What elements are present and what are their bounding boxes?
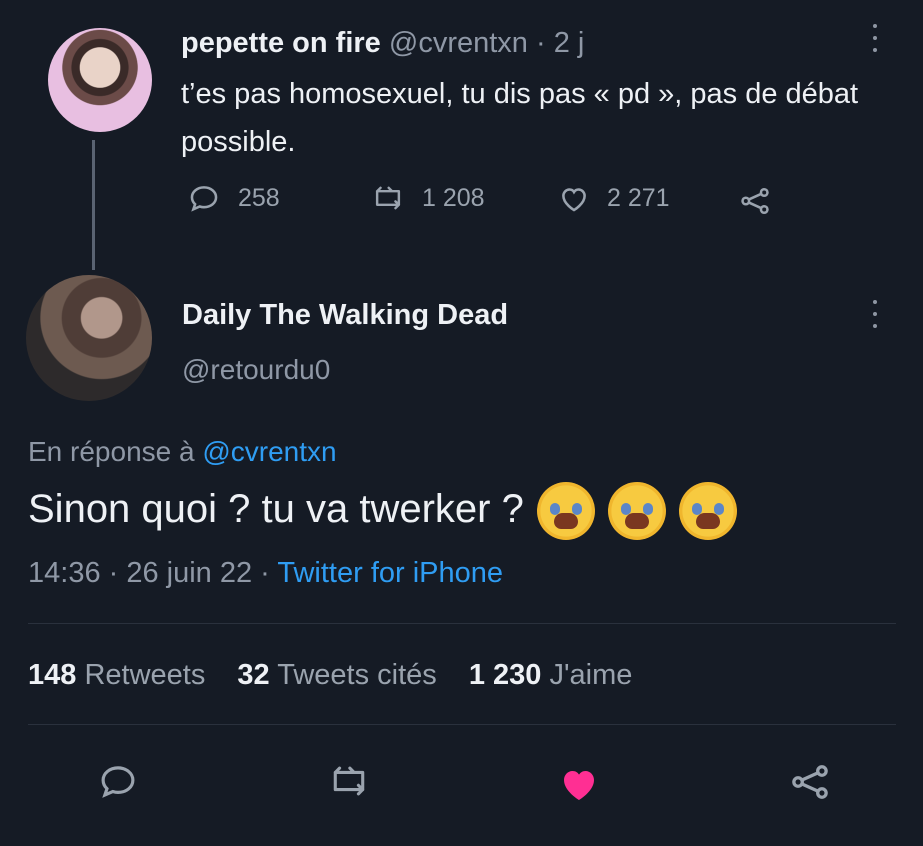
- second-tweet-text: Sinon quoi ? tu va twerker ?: [28, 487, 524, 531]
- share-icon: [741, 187, 769, 215]
- first-tweet-more-icon[interactable]: [872, 24, 878, 52]
- likes-stat-label: J'aime: [549, 659, 633, 691]
- quotes-stat-count: 32: [237, 659, 270, 691]
- share-icon: [792, 765, 828, 799]
- first-tweet-text: t’es pas homosexuel, tu dis pas « pd », …: [181, 78, 859, 158]
- heart-icon: [562, 188, 586, 212]
- reply-icon: [190, 186, 218, 212]
- loudly-crying-face-icon: [536, 482, 595, 541]
- first-tweet-handle[interactable]: @cvrentxn: [389, 27, 528, 59]
- first-tweet-display-name[interactable]: pepette on fire: [181, 27, 381, 59]
- bottom-retweet-button[interactable]: [325, 760, 373, 802]
- reply-action[interactable]: 258: [187, 181, 280, 215]
- retweets-stat-label: Retweets: [84, 659, 206, 691]
- reply-icon: [101, 766, 135, 798]
- reply-context: En réponse à @cvrentxn: [28, 433, 337, 471]
- reply-handle-link[interactable]: @cvrentxn: [202, 436, 336, 467]
- loudly-crying-face-icon: [608, 482, 667, 541]
- more-dot: [873, 300, 877, 304]
- like-action[interactable]: 2 271: [557, 181, 670, 215]
- tweet-source-link[interactable]: Twitter for iPhone: [277, 557, 503, 589]
- reply-prefix: En réponse à: [28, 436, 195, 467]
- heart-icon: [564, 771, 594, 800]
- bottom-actions: [97, 760, 837, 808]
- stats-top-divider: [28, 623, 896, 624]
- emoji-mouth: [553, 513, 578, 530]
- first-tweet-time[interactable]: 2 j: [554, 27, 585, 59]
- retweet-action[interactable]: 1 208: [369, 181, 485, 215]
- likes-stat-count: 1 230: [468, 659, 542, 691]
- second-tweet-more-icon[interactable]: [872, 300, 878, 328]
- quotes-stat[interactable]: 32 Tweets cités: [237, 659, 436, 691]
- first-tweet-actions: 258 1 208 2 271: [187, 181, 787, 221]
- avatar-pepette[interactable]: [48, 28, 152, 132]
- emoji-mouth: [625, 513, 650, 530]
- likes-stat[interactable]: 1 230 J'aime: [469, 659, 633, 691]
- more-dot: [873, 324, 877, 328]
- second-tweet-display-name[interactable]: Daily The Walking Dead: [182, 296, 508, 334]
- first-tweet-header: pepette on fire @cvrentxn · 2 j: [181, 24, 871, 62]
- engagement-stats: 148 Retweets 32 Tweets cités 1 230 J'aim…: [28, 655, 632, 695]
- more-dot: [873, 48, 877, 52]
- more-dot: [873, 36, 877, 40]
- bottom-share-button[interactable]: [787, 760, 833, 804]
- thread-connector-line: [92, 140, 95, 270]
- second-tweet-text-row: Sinon quoi ? tu va twerker ?: [28, 479, 888, 541]
- bottom-reply-button[interactable]: [97, 760, 139, 802]
- bottom-like-button[interactable]: [555, 759, 603, 807]
- tweet-meta: 14:36 · 26 juin 22 · Twitter for iPhone: [28, 553, 503, 593]
- avatar-daily-twd[interactable]: [26, 275, 152, 401]
- retweet-count: 1 208: [422, 183, 485, 212]
- more-dot: [873, 24, 877, 28]
- emoji-mouth: [696, 513, 721, 530]
- quotes-stat-label: Tweets cités: [277, 659, 437, 691]
- second-tweet-handle[interactable]: @retourdu0: [182, 352, 330, 388]
- share-action[interactable]: [737, 184, 773, 218]
- more-dot: [873, 312, 877, 316]
- first-tweet-dot: ·: [535, 27, 554, 59]
- tweet-timestamp[interactable]: 14:36 · 26 juin 22 ·: [28, 557, 270, 589]
- loudly-crying-face-icon: [679, 482, 738, 541]
- stats-bottom-divider: [28, 724, 896, 725]
- retweets-stat-count: 148: [28, 659, 77, 691]
- like-count: 2 271: [607, 183, 670, 212]
- retweet-icon: [375, 186, 401, 210]
- retweet-icon: [333, 766, 365, 796]
- reply-count: 258: [238, 183, 280, 212]
- retweets-stat[interactable]: 148 Retweets: [28, 659, 205, 691]
